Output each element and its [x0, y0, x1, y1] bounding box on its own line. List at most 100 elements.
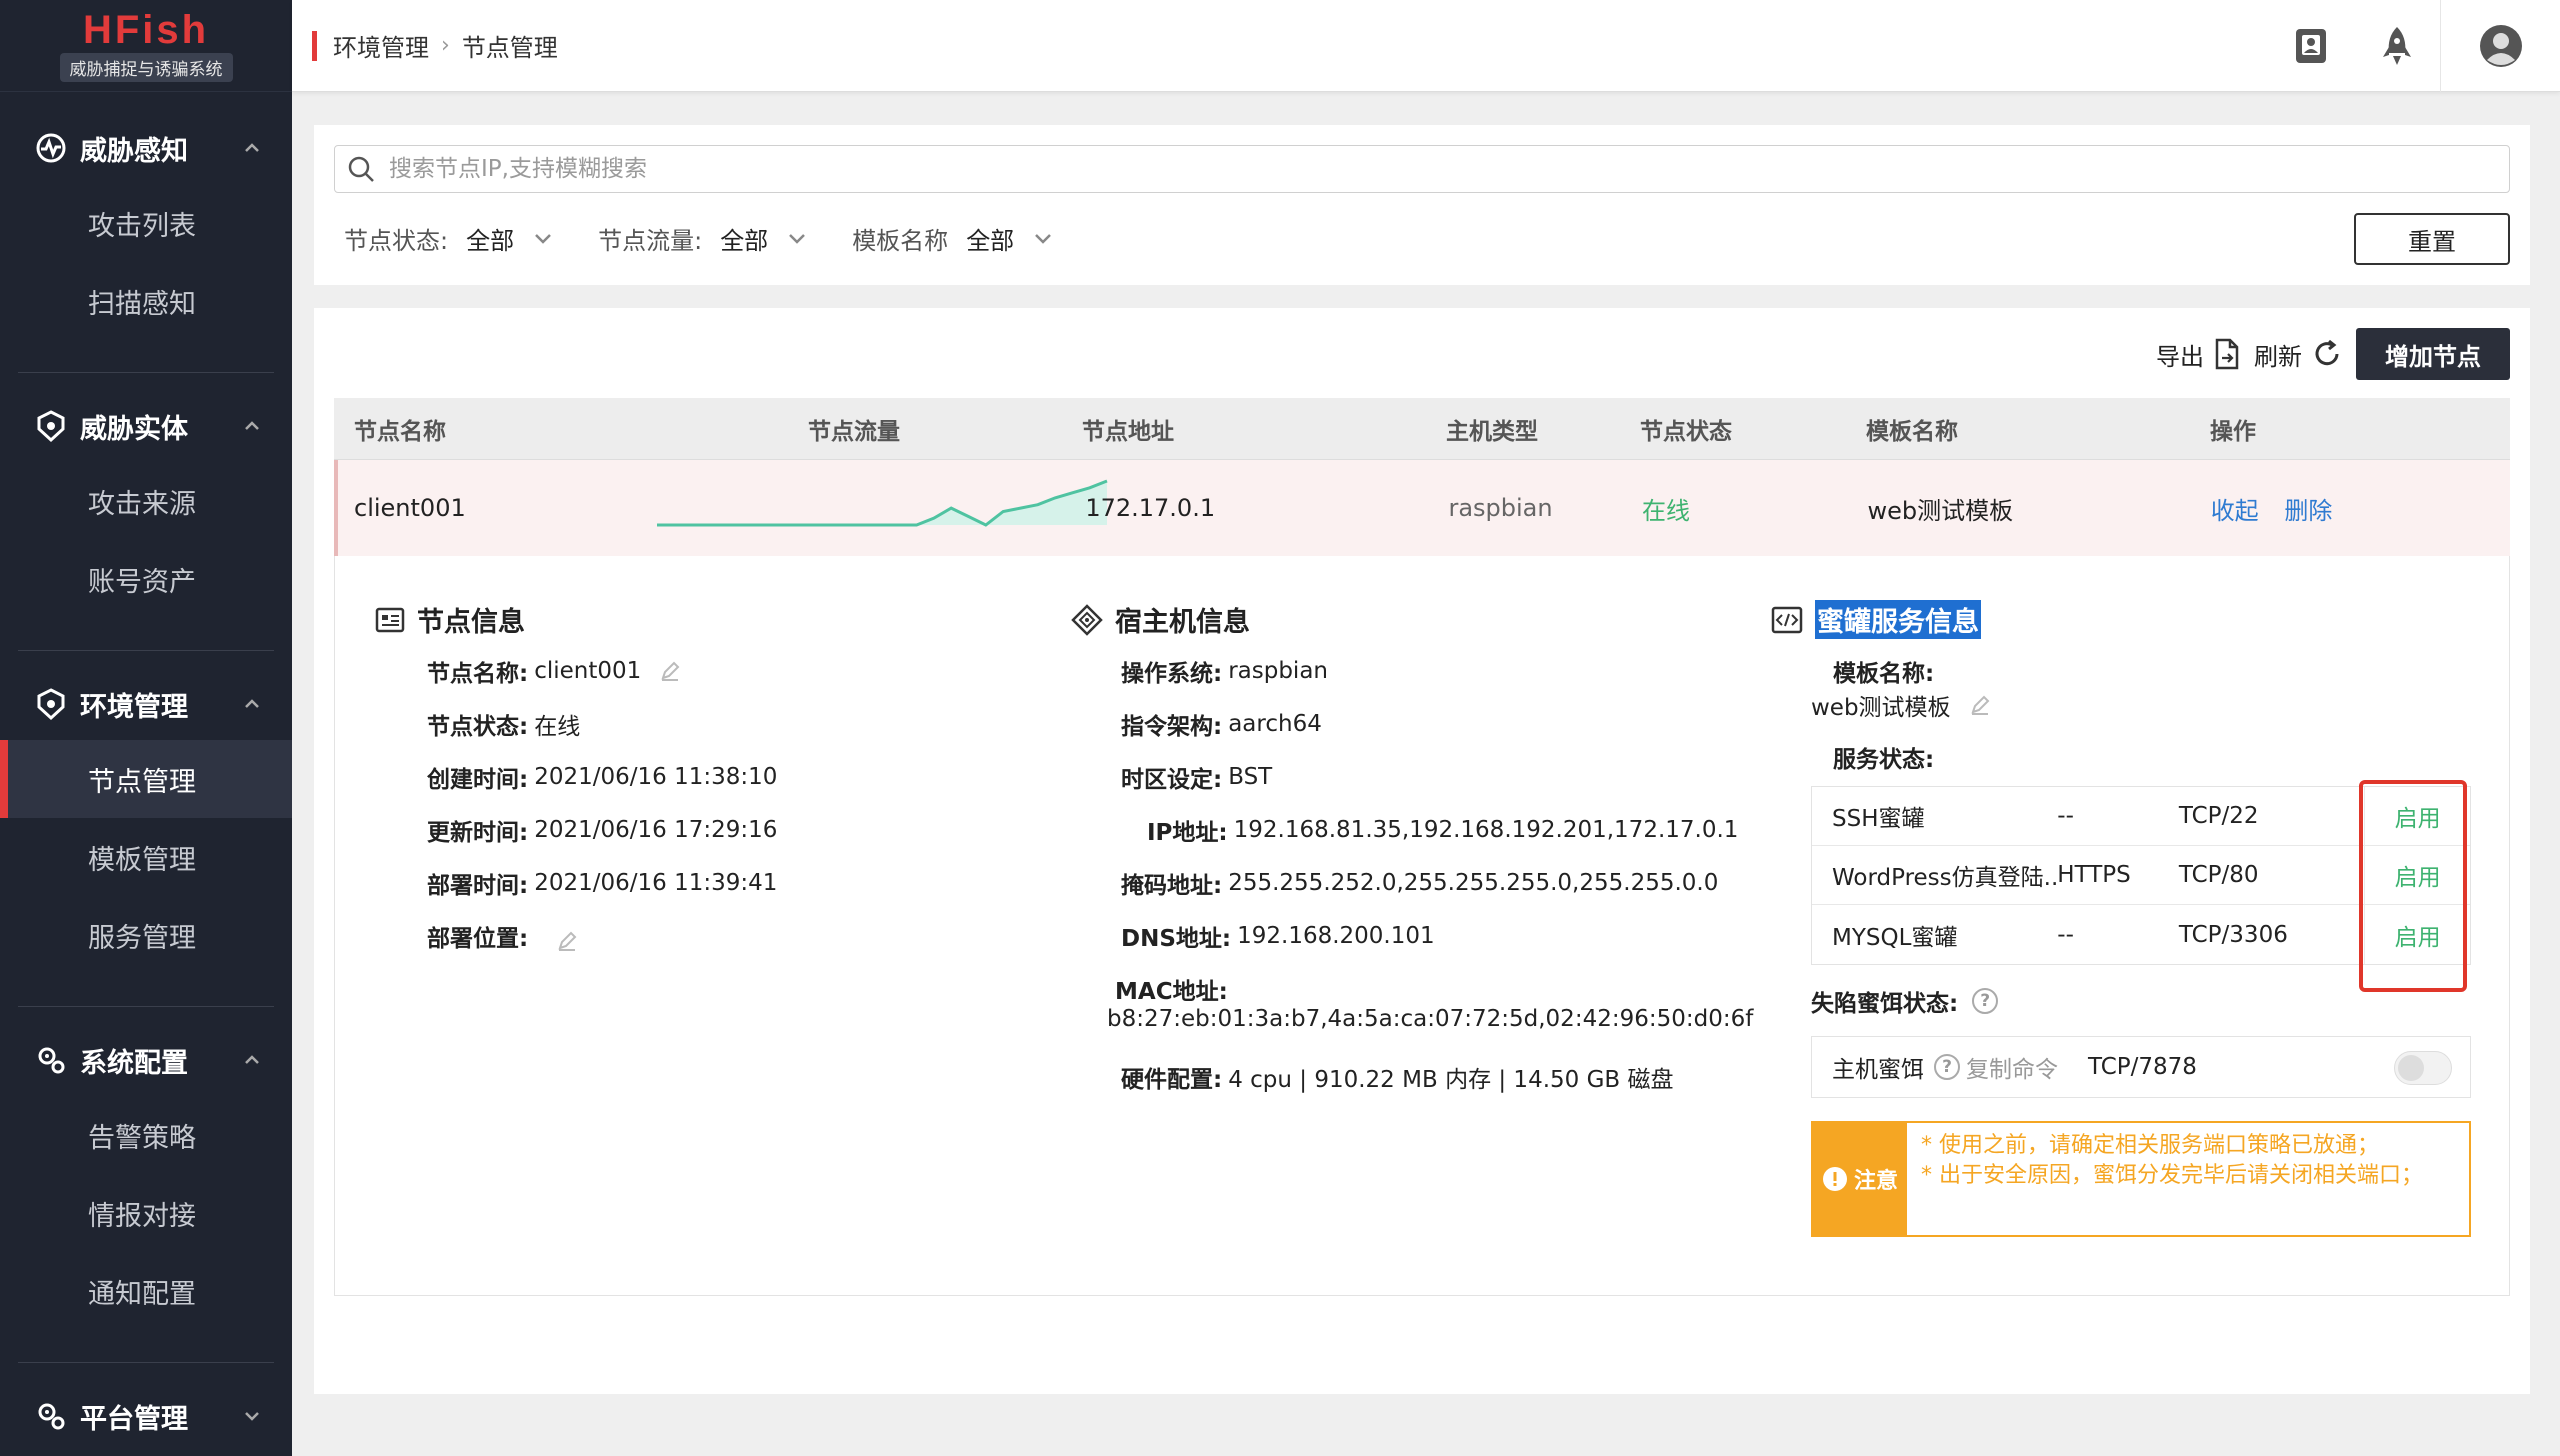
- filter-card: 节点状态: 全部 节点流量: 全部 模板名称 全部 重置: [314, 125, 2530, 285]
- nav-group-header-threat-perception[interactable]: 威胁感知: [0, 112, 292, 184]
- shield-icon: [37, 688, 65, 721]
- table-header: 节点名称 节点流量 节点地址 主机类型 节点状态 模板名称 操作: [334, 398, 2510, 460]
- chevron-up-icon: [245, 699, 259, 708]
- chevron-down-icon: [535, 233, 551, 244]
- sidebar-item-intel-integration[interactable]: 情报对接: [0, 1174, 292, 1252]
- pencil-icon[interactable]: [1969, 694, 1991, 716]
- col-header-address: 节点地址: [1082, 418, 1174, 445]
- notice-line: * 使用之前，请确定相关服务端口策略已放通；: [1921, 1133, 2379, 1158]
- field-value: 4 cpu | 910.22 MB 内存 | 14.50 GB 磁盘: [1228, 1067, 1674, 1093]
- sidebar-item-attack-list[interactable]: 攻击列表: [0, 184, 292, 262]
- col-header-status: 节点状态: [1640, 418, 1732, 445]
- delete-link[interactable]: 删除: [2284, 497, 2332, 525]
- breadcrumb-separator: ›: [441, 33, 450, 58]
- field-label: DNS地址:: [1121, 926, 1232, 952]
- reset-button[interactable]: 重置: [2354, 213, 2510, 265]
- filter-label: 节点状态:: [344, 227, 449, 255]
- sidebar-divider: [18, 650, 274, 651]
- bait-toggle[interactable]: [2394, 1051, 2452, 1085]
- table-row[interactable]: client001 172.17.0.1 raspbian 在线 web测试模板…: [334, 460, 2510, 556]
- node-traffic-filter[interactable]: 节点流量: 全部: [598, 221, 806, 256]
- arch-field: 指令架构: aarch64: [1121, 707, 1322, 741]
- sidebar-item-node-management[interactable]: 节点管理: [0, 740, 292, 818]
- sidebar-item-account-assets[interactable]: 账号资产: [0, 540, 292, 618]
- breadcrumb-current: 节点管理: [461, 34, 558, 62]
- rocket-icon: [2383, 27, 2411, 65]
- notice-box: 注意 * 使用之前，请确定相关服务端口策略已放通； * 出于安全原因，蜜饵分发完…: [1811, 1121, 2471, 1237]
- nav-group-platform-management: 平台管理: [0, 1380, 292, 1452]
- copy-command-link[interactable]: 复制命令: [1966, 1050, 2058, 1084]
- section-title-text: 蜜罐服务信息: [1815, 600, 1981, 639]
- notice-label-block: 注意: [1813, 1123, 1907, 1235]
- field-label: 硬件配置:: [1121, 1067, 1223, 1093]
- export-button[interactable]: 导出: [2156, 337, 2240, 372]
- field-value: web测试模板: [1811, 695, 1951, 721]
- field-value: 255.255.252.0,255.255.255.0,255.255.0.0: [1228, 870, 1719, 896]
- pencil-icon[interactable]: [556, 930, 578, 952]
- bait-row: 主机蜜饵 ? 复制命令 TCP/7878: [1811, 1036, 2471, 1098]
- node-status-field: 节点状态: 在线: [427, 707, 580, 741]
- service-row: WordPress仿真登陆... HTTPS TCP/80 启用: [1812, 846, 2470, 905]
- col-header-ops: 操作: [2210, 418, 2256, 445]
- add-node-button[interactable]: 增加节点: [2356, 328, 2510, 380]
- book-button[interactable]: [2268, 0, 2354, 92]
- field-value: 2021/06/16 11:39:41: [534, 870, 778, 896]
- user-avatar-button[interactable]: [2440, 0, 2560, 92]
- pencil-icon[interactable]: [659, 660, 681, 682]
- cell-ops: 收起 删除: [2211, 491, 2510, 526]
- cell-node-name: client001: [354, 494, 466, 522]
- service-status-toggle[interactable]: 启用: [2364, 846, 2470, 904]
- service-port: TCP/22: [2178, 803, 2259, 829]
- nav-group-threat-perception: 威胁感知 攻击列表 扫描感知: [0, 112, 292, 340]
- search-input[interactable]: [389, 156, 2389, 182]
- template-name-filter[interactable]: 模板名称 全部: [852, 221, 1052, 256]
- warning-icon: [1822, 1167, 1847, 1191]
- help-icon[interactable]: ?: [1934, 1054, 1960, 1080]
- logo[interactable]: HFish 威胁捕捉与诱骗系统: [0, 0, 292, 92]
- nav-group-title: 威胁感知: [80, 135, 188, 167]
- nav-group-header-platform-management[interactable]: 平台管理: [0, 1380, 292, 1452]
- breadcrumb-parent[interactable]: 环境管理: [333, 28, 429, 63]
- top-icons: [2268, 0, 2560, 92]
- field-value: 192.168.200.101: [1237, 923, 1435, 949]
- code-icon: [1771, 606, 1803, 633]
- sidebar-item-template-management[interactable]: 模板管理: [0, 818, 292, 896]
- filter-value: 全部: [966, 227, 1015, 255]
- sidebar-item-scan-perception[interactable]: 扫描感知: [0, 262, 292, 340]
- nav-group-header-system-config[interactable]: 系统配置: [0, 1024, 292, 1096]
- host-info-section-title: 宿主机信息: [1071, 600, 1250, 639]
- service-status-toggle[interactable]: 启用: [2364, 905, 2470, 964]
- notice-text: * 使用之前，请确定相关服务端口策略已放通； * 出于安全原因，蜜饵分发完毕后请…: [1907, 1123, 2437, 1235]
- refresh-icon: [2315, 339, 2339, 366]
- timezone-field: 时区设定: BST: [1121, 760, 1272, 794]
- sidebar-item-service-management[interactable]: 服务管理: [0, 896, 292, 974]
- sidebar-item-alert-policy[interactable]: 告警策略: [0, 1096, 292, 1174]
- nav-group-header-env-management[interactable]: 环境管理: [0, 668, 292, 740]
- col-header-name: 节点名称: [354, 418, 446, 445]
- honeypot-template-value: web测试模板: [1811, 688, 1991, 722]
- sidebar-item-notify-config[interactable]: 通知配置: [0, 1252, 292, 1330]
- filter-label: 模板名称: [852, 227, 949, 255]
- created-time-field: 创建时间: 2021/06/16 11:38:10: [427, 760, 777, 794]
- col-header-host-type: 主机类型: [1446, 418, 1538, 445]
- file-export-icon: [2215, 338, 2239, 370]
- field-label: 节点状态:: [427, 714, 529, 740]
- filter-label: 节点流量:: [598, 227, 703, 255]
- cell-node-status: 在线: [1642, 496, 1691, 525]
- id-card-icon: [375, 607, 405, 632]
- service-status-label: 服务状态:: [1833, 740, 1934, 774]
- nav-group-env-management: 环境管理 节点管理 模板管理 服务管理: [0, 668, 292, 974]
- help-icon[interactable]: ?: [1972, 988, 1999, 1014]
- nav-group-title: 环境管理: [80, 691, 188, 723]
- service-status-toggle[interactable]: 启用: [2364, 787, 2470, 845]
- filter-value: 全部: [466, 227, 515, 255]
- refresh-button[interactable]: 刷新: [2254, 337, 2342, 372]
- nav-group-header-threat-entity[interactable]: 威胁实体: [0, 390, 292, 462]
- rocket-button[interactable]: [2354, 0, 2440, 92]
- node-status-filter[interactable]: 节点状态: 全部: [344, 221, 552, 256]
- updated-time-field: 更新时间: 2021/06/16 17:29:16: [427, 813, 777, 847]
- sidebar-item-attack-source[interactable]: 攻击来源: [0, 462, 292, 540]
- service-protocol: HTTPS: [2057, 862, 2131, 888]
- field-label: 节点名称:: [427, 661, 529, 687]
- collapse-link[interactable]: 收起: [2211, 497, 2259, 525]
